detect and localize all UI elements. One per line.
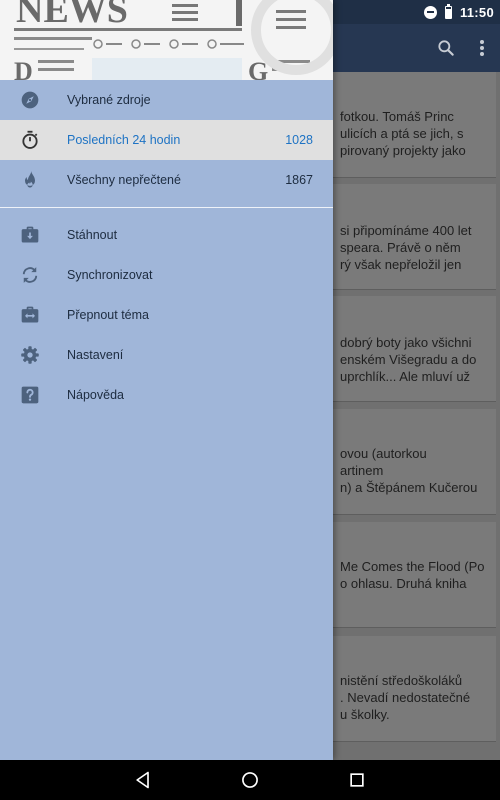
newspaper-illustration: NEWS D G bbox=[0, 0, 333, 80]
drawer-item-selected-sources[interactable]: Vybrané zdroje bbox=[0, 80, 333, 120]
drawer-action-switch-theme[interactable]: Přepnout téma bbox=[0, 295, 333, 335]
newspaper-logo-text: NEWS bbox=[16, 0, 128, 31]
switch-theme-icon bbox=[21, 306, 39, 323]
article-line: pirovaný projekty jako bbox=[340, 143, 466, 158]
drawer-item-all-unread[interactable]: Všechny nepřečtené 1867 bbox=[0, 160, 333, 200]
drawer-item-last-24-hours[interactable]: Posledních 24 hodin 1028 bbox=[0, 120, 333, 160]
battery-icon bbox=[444, 3, 452, 19]
drawer-action-download[interactable]: Stáhnout bbox=[0, 215, 333, 255]
article-line: ovou (autorkou bbox=[340, 446, 427, 461]
article-line: si připomínáme 400 let bbox=[340, 223, 472, 238]
status-time: 11:50 bbox=[459, 4, 494, 20]
drawer-item-label: Nápověda bbox=[67, 388, 124, 402]
download-briefcase-icon bbox=[21, 226, 39, 243]
drawer-item-label: Synchronizovat bbox=[67, 268, 153, 282]
article-line: speara. Právě o něm bbox=[340, 240, 461, 255]
do-not-disturb-icon bbox=[423, 5, 437, 19]
unread-count: 1028 bbox=[285, 133, 313, 147]
article-line: fotkou. Tomáš Princ bbox=[340, 109, 454, 124]
back-button[interactable] bbox=[133, 770, 153, 790]
drawer-item-label: Všechny nepřečtené bbox=[67, 173, 181, 187]
recents-button[interactable] bbox=[347, 770, 367, 790]
home-button[interactable] bbox=[240, 770, 260, 790]
stopwatch-icon bbox=[22, 130, 38, 149]
article-line: artinem bbox=[340, 463, 384, 478]
article-line: dobrý boty jako všichni bbox=[340, 335, 472, 350]
sync-icon bbox=[22, 267, 38, 283]
drawer-action-sync[interactable]: Synchronizovat bbox=[0, 255, 333, 295]
article-line: uprchlík... Ale mluví už bbox=[340, 369, 471, 384]
drawer-item-label: Vybrané zdroje bbox=[67, 93, 151, 107]
article-line: u školky. bbox=[340, 707, 390, 722]
drawer-action-settings[interactable]: Nastavení bbox=[0, 335, 333, 375]
gear-icon bbox=[21, 346, 39, 364]
navigation-drawer: NEWS D G Vybrané zdroje Posledních 24 ho… bbox=[0, 0, 333, 760]
article-line: n) a Štěpánem Kučerou bbox=[340, 480, 478, 495]
drawer-item-label: Posledních 24 hodin bbox=[67, 133, 181, 147]
search-icon[interactable] bbox=[436, 38, 456, 58]
drawer-action-help[interactable]: Nápověda bbox=[0, 375, 333, 415]
flame-icon bbox=[25, 170, 35, 188]
drawer-item-label: Stáhnout bbox=[67, 228, 118, 242]
article-line: Me Comes the Flood (Po bbox=[340, 559, 485, 574]
unread-count: 1867 bbox=[285, 173, 313, 187]
compass-icon bbox=[21, 91, 39, 109]
article-line: nistění středoškoláků bbox=[340, 673, 463, 688]
drawer-nav: Vybrané zdroje Posledních 24 hodin 1028 … bbox=[0, 80, 333, 415]
article-line: rý však nepřeložil jen bbox=[340, 257, 462, 272]
article-line: ulicích a ptá se jich, s bbox=[340, 126, 464, 141]
newspaper-letter-d: D bbox=[14, 57, 33, 80]
drawer-header-newspaper-illustration: NEWS D G bbox=[0, 0, 333, 80]
drawer-divider bbox=[0, 207, 333, 208]
article-line: enském Višegradu a do bbox=[340, 352, 477, 367]
drawer-item-label: Nastavení bbox=[67, 348, 124, 362]
system-navigation-bar bbox=[0, 760, 500, 800]
article-line: o ohlasu. Druhá kniha bbox=[340, 576, 467, 591]
more-vert-icon[interactable] bbox=[476, 38, 488, 58]
drawer-item-label: Přepnout téma bbox=[67, 308, 149, 322]
help-icon bbox=[21, 386, 39, 404]
article-line: . Nevadí nedostatečné bbox=[340, 690, 471, 705]
